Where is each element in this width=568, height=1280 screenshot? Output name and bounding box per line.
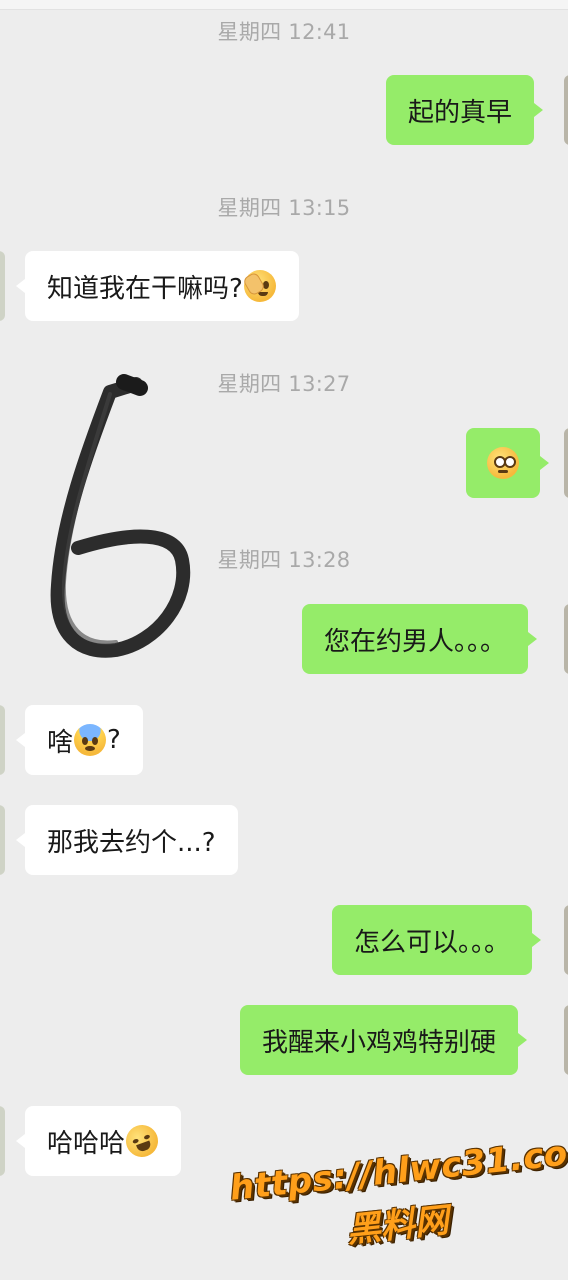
message-text: 哈哈哈 — [47, 1128, 126, 1159]
outgoing-message-bubble[interactable]: 怎么可以。。。 — [332, 905, 542, 975]
message-text: 怎么可以。。。 — [354, 927, 511, 958]
facepalm-emoji-icon — [241, 270, 276, 302]
message-text: 那我去约个...? — [47, 827, 216, 858]
outgoing-message-bubble[interactable]: 您在约男人。。。 — [302, 604, 538, 674]
incoming-message-bubble[interactable]: 哈哈哈 — [15, 1106, 182, 1176]
message-text: 知道我在干嘛吗? — [47, 273, 243, 304]
outgoing-message-bubble[interactable]: 起的真早 — [386, 75, 544, 145]
contact-avatar[interactable] — [0, 805, 5, 875]
incoming-message-bubble[interactable]: 那我去约个...? — [16, 805, 238, 875]
contact-avatar[interactable] — [0, 705, 5, 775]
incoming-message-bubble[interactable]: 知道我在干嘛吗? — [16, 251, 299, 321]
top-divider — [0, 0, 568, 10]
timestamp: 星期四 13:27 — [217, 372, 351, 396]
message-text: 啥 — [47, 727, 74, 758]
timestamp: 星期四 13:28 — [217, 548, 351, 572]
outgoing-message-bubble[interactable] — [466, 428, 549, 498]
hand-drawn-number-six-sticker[interactable] — [40, 370, 200, 670]
watermark: https://hlwc31.com 黑料网 — [218, 1116, 568, 1269]
rofl-emoji-icon — [121, 1120, 163, 1162]
message-text: 起的真早 — [408, 97, 513, 128]
message-text-suffix: ? — [107, 725, 121, 755]
contact-avatar[interactable] — [0, 251, 5, 321]
my-avatar[interactable] — [564, 428, 568, 498]
watermark-site-name: 黑料网 — [344, 1200, 451, 1251]
message-text: 我醒来小鸡鸡特别硬 — [262, 1027, 497, 1058]
flushed-emoji-icon — [487, 447, 519, 479]
my-avatar[interactable] — [564, 905, 568, 975]
timestamp: 星期四 12:41 — [217, 20, 351, 44]
timestamp: 星期四 13:15 — [217, 196, 351, 220]
outgoing-message-bubble[interactable]: 我醒来小鸡鸡特别硬 — [240, 1005, 528, 1075]
fearful-emoji-icon — [74, 724, 107, 756]
my-avatar[interactable] — [564, 1005, 568, 1075]
message-text: 您在约男人。。。 — [324, 626, 507, 657]
contact-avatar[interactable] — [0, 1106, 5, 1176]
my-avatar[interactable] — [564, 75, 568, 145]
my-avatar[interactable] — [564, 604, 568, 674]
incoming-message-bubble[interactable]: 啥 ? — [16, 705, 143, 775]
